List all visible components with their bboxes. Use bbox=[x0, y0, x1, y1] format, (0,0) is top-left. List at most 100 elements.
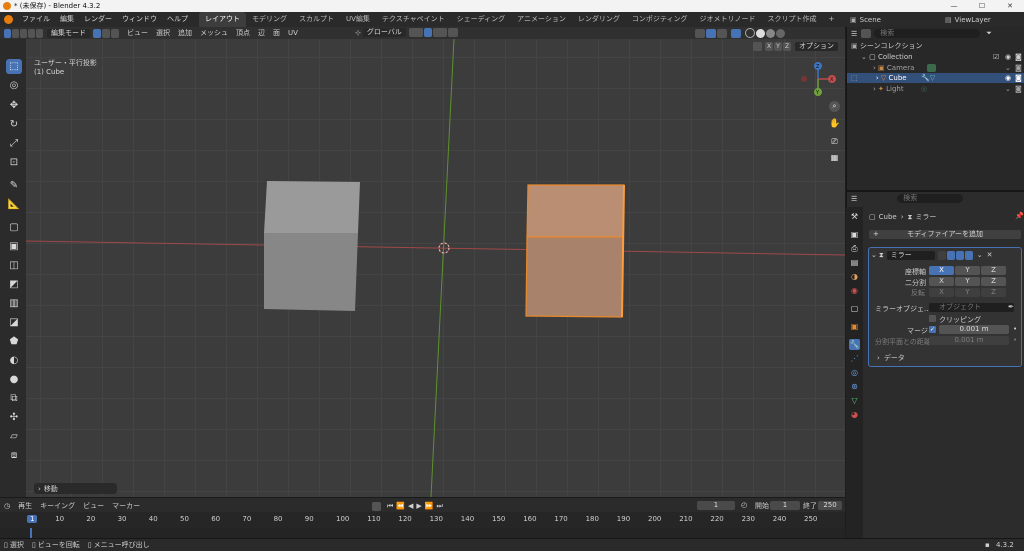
zoom-icon[interactable]: ⌕ bbox=[829, 101, 840, 112]
light-render-icon[interactable]: ◙ bbox=[1015, 84, 1022, 94]
menu-add[interactable]: 追加 bbox=[174, 27, 196, 39]
bisect-x-toggle[interactable]: X bbox=[929, 277, 954, 286]
object-tab-icon[interactable]: ▣ bbox=[849, 321, 860, 332]
tab-scripting[interactable]: スクリプト作成 bbox=[762, 12, 823, 27]
inset-tool-icon[interactable]: ◫ bbox=[6, 258, 22, 273]
shrink-fatten-tool-icon[interactable]: ✣ bbox=[6, 410, 22, 425]
bisect-z-toggle[interactable]: Z bbox=[981, 277, 1006, 286]
face-select-button[interactable] bbox=[111, 28, 119, 38]
bisect-keyframe-dot-icon[interactable]: • bbox=[1013, 336, 1017, 344]
outliner-filter-funnel-icon[interactable]: ⏷ bbox=[986, 29, 992, 38]
edge-select-button[interactable] bbox=[102, 28, 110, 38]
merge-checkbox[interactable]: ✓ bbox=[929, 326, 936, 333]
move-tool-icon[interactable]: ✥ bbox=[6, 98, 22, 113]
cube-eye-icon[interactable]: ◉ bbox=[1005, 73, 1011, 83]
modifier-delete-icon[interactable]: ✕ bbox=[987, 251, 993, 259]
orientation-dropdown[interactable]: グローバル bbox=[362, 28, 406, 37]
output-tab-icon[interactable]: ⎙ bbox=[849, 243, 860, 254]
outliner-scene-collection[interactable]: ▣ シーンコレクション bbox=[851, 41, 1023, 51]
vertex-select-button[interactable] bbox=[93, 28, 101, 38]
visibility-icon[interactable] bbox=[695, 28, 705, 38]
select-box-tool-icon[interactable]: ⬚ bbox=[6, 59, 22, 74]
last-operator-panel[interactable]: › 移動 bbox=[34, 483, 117, 494]
flip-z-toggle[interactable]: Z bbox=[981, 288, 1006, 297]
camera-render-icon[interactable]: ◙ bbox=[1015, 63, 1022, 73]
3d-viewport[interactable]: ユーザー・平行投影 (1) Cube X Y Z オプション Z X Y ⌕ ✋… bbox=[26, 39, 845, 497]
modifier-tab-icon[interactable]: 🔧 bbox=[849, 339, 860, 350]
timeline-ruler[interactable]: 1 10 20 30 40 50 60 70 80 90 100 110 120 130 140 150 160… bbox=[0, 512, 845, 528]
pivot-point-icon[interactable] bbox=[408, 28, 423, 37]
menu-vertex[interactable]: 頂点 bbox=[232, 27, 254, 39]
playhead[interactable] bbox=[30, 528, 32, 538]
start-frame-field[interactable]: 1 bbox=[770, 501, 800, 510]
shading-rendered-icon[interactable] bbox=[776, 28, 785, 38]
overlay-toggle-icon[interactable] bbox=[717, 28, 727, 38]
scene-selector[interactable]: ▣ Scene bbox=[850, 14, 881, 25]
jump-keyframe-back-icon[interactable]: ⏪ bbox=[396, 502, 405, 510]
menu-file[interactable]: ファイル bbox=[17, 12, 55, 27]
camera-view-icon[interactable]: ⎚ bbox=[829, 136, 840, 147]
panel-collapse-icon[interactable]: ⌄ bbox=[871, 251, 877, 259]
gizmo-toggle-icon[interactable] bbox=[706, 28, 716, 38]
current-frame-field[interactable]: 1 bbox=[697, 501, 735, 510]
add-workspace-button[interactable]: + bbox=[823, 12, 841, 27]
menu-help[interactable]: ヘルプ bbox=[162, 12, 193, 27]
particles-tab-icon[interactable]: ⋰ bbox=[849, 353, 860, 364]
merge-keyframe-dot-icon[interactable]: • bbox=[1013, 325, 1017, 333]
tab-geometry-nodes[interactable]: ジオメトリノード bbox=[694, 12, 762, 27]
select-mode-vertex-icon[interactable] bbox=[4, 28, 11, 38]
add-modifier-button[interactable]: + モディファイアーを追加 bbox=[869, 230, 1021, 239]
timeline-area[interactable] bbox=[0, 528, 845, 538]
maximize-button[interactable]: ☐ bbox=[968, 0, 996, 12]
jump-start-icon[interactable]: ⏮ bbox=[387, 502, 393, 511]
world-tab-icon[interactable]: ◉ bbox=[849, 285, 860, 296]
blender-menu-icon[interactable] bbox=[4, 15, 13, 24]
timeline-marker-menu[interactable]: マーカー bbox=[108, 501, 144, 511]
flip-x-toggle[interactable]: X bbox=[929, 288, 954, 297]
add-cube-tool-icon[interactable]: ▢ bbox=[6, 220, 22, 235]
mirror-z-toggle[interactable]: Z bbox=[783, 42, 791, 51]
modifier-name-field[interactable]: ミラー bbox=[886, 250, 935, 260]
menu-select[interactable]: 選択 bbox=[152, 27, 174, 39]
outliner-item-light[interactable]: › ✦ Light ◎ ⌄ ◙ bbox=[851, 84, 1023, 94]
tab-uv-editing[interactable]: UV編集 bbox=[340, 12, 376, 27]
record-button[interactable] bbox=[372, 501, 381, 511]
shading-wireframe-icon[interactable] bbox=[745, 28, 755, 38]
play-reverse-icon[interactable]: ◀ bbox=[408, 502, 413, 510]
gizmo-neg-x-icon[interactable] bbox=[801, 76, 807, 82]
merge-distance-field[interactable]: 0.001 m bbox=[939, 325, 1009, 334]
cursor-tool-icon[interactable]: ◎ bbox=[6, 78, 22, 93]
select-mode-xray-icon[interactable] bbox=[36, 28, 43, 38]
eyedropper-icon[interactable]: ✒ bbox=[1008, 303, 1014, 311]
mirror-axis-icon[interactable] bbox=[753, 42, 762, 51]
camera-eye-icon[interactable]: ⌄ bbox=[1005, 63, 1011, 73]
tool-tab-icon[interactable]: ⚒ bbox=[849, 211, 860, 222]
edit-cage-toggle[interactable] bbox=[937, 250, 946, 260]
end-frame-field[interactable]: 250 bbox=[818, 501, 842, 510]
rotate-tool-icon[interactable]: ↻ bbox=[6, 117, 22, 132]
timeline-keying-menu[interactable]: キーイング bbox=[36, 501, 79, 511]
jump-end-icon[interactable]: ⏭ bbox=[437, 502, 443, 511]
select-mode-extend-icon[interactable] bbox=[28, 28, 35, 38]
menu-uv[interactable]: UV bbox=[284, 27, 302, 39]
transform-tool-icon[interactable]: ⊡ bbox=[6, 155, 22, 170]
menu-edge[interactable]: 辺 bbox=[254, 27, 269, 39]
flip-y-toggle[interactable]: Y bbox=[955, 288, 980, 297]
mirror-y-toggle[interactable]: Y bbox=[774, 42, 782, 51]
bisect-y-toggle[interactable]: Y bbox=[955, 277, 980, 286]
snap-target-icon[interactable] bbox=[432, 28, 447, 37]
options-dropdown[interactable]: オプション bbox=[795, 42, 838, 51]
edge-slide-tool-icon[interactable]: ⧉ bbox=[6, 391, 22, 406]
outliner-item-cube[interactable]: ⬚ › ▽ Cube 🔧▽ ◉ ◙ bbox=[847, 73, 1024, 83]
mirror-object-field[interactable]: オブジェクト bbox=[929, 303, 1014, 312]
rip-tool-icon[interactable]: ⧈ bbox=[6, 448, 22, 463]
tab-animation[interactable]: アニメーション bbox=[511, 12, 572, 27]
ortho-grid-icon[interactable]: ▦ bbox=[829, 152, 840, 163]
editor-type-icon[interactable]: ◷ bbox=[4, 502, 10, 510]
menu-mesh[interactable]: メッシュ bbox=[196, 27, 232, 39]
collection-checkbox[interactable]: ☑ bbox=[993, 52, 999, 62]
tab-compositing[interactable]: コンポジティング bbox=[626, 12, 694, 27]
menu-render[interactable]: レンダー bbox=[79, 12, 117, 27]
pin-icon[interactable]: 📌 bbox=[1015, 212, 1024, 220]
view-layer-selector[interactable]: ▤ ViewLayer bbox=[945, 14, 991, 25]
